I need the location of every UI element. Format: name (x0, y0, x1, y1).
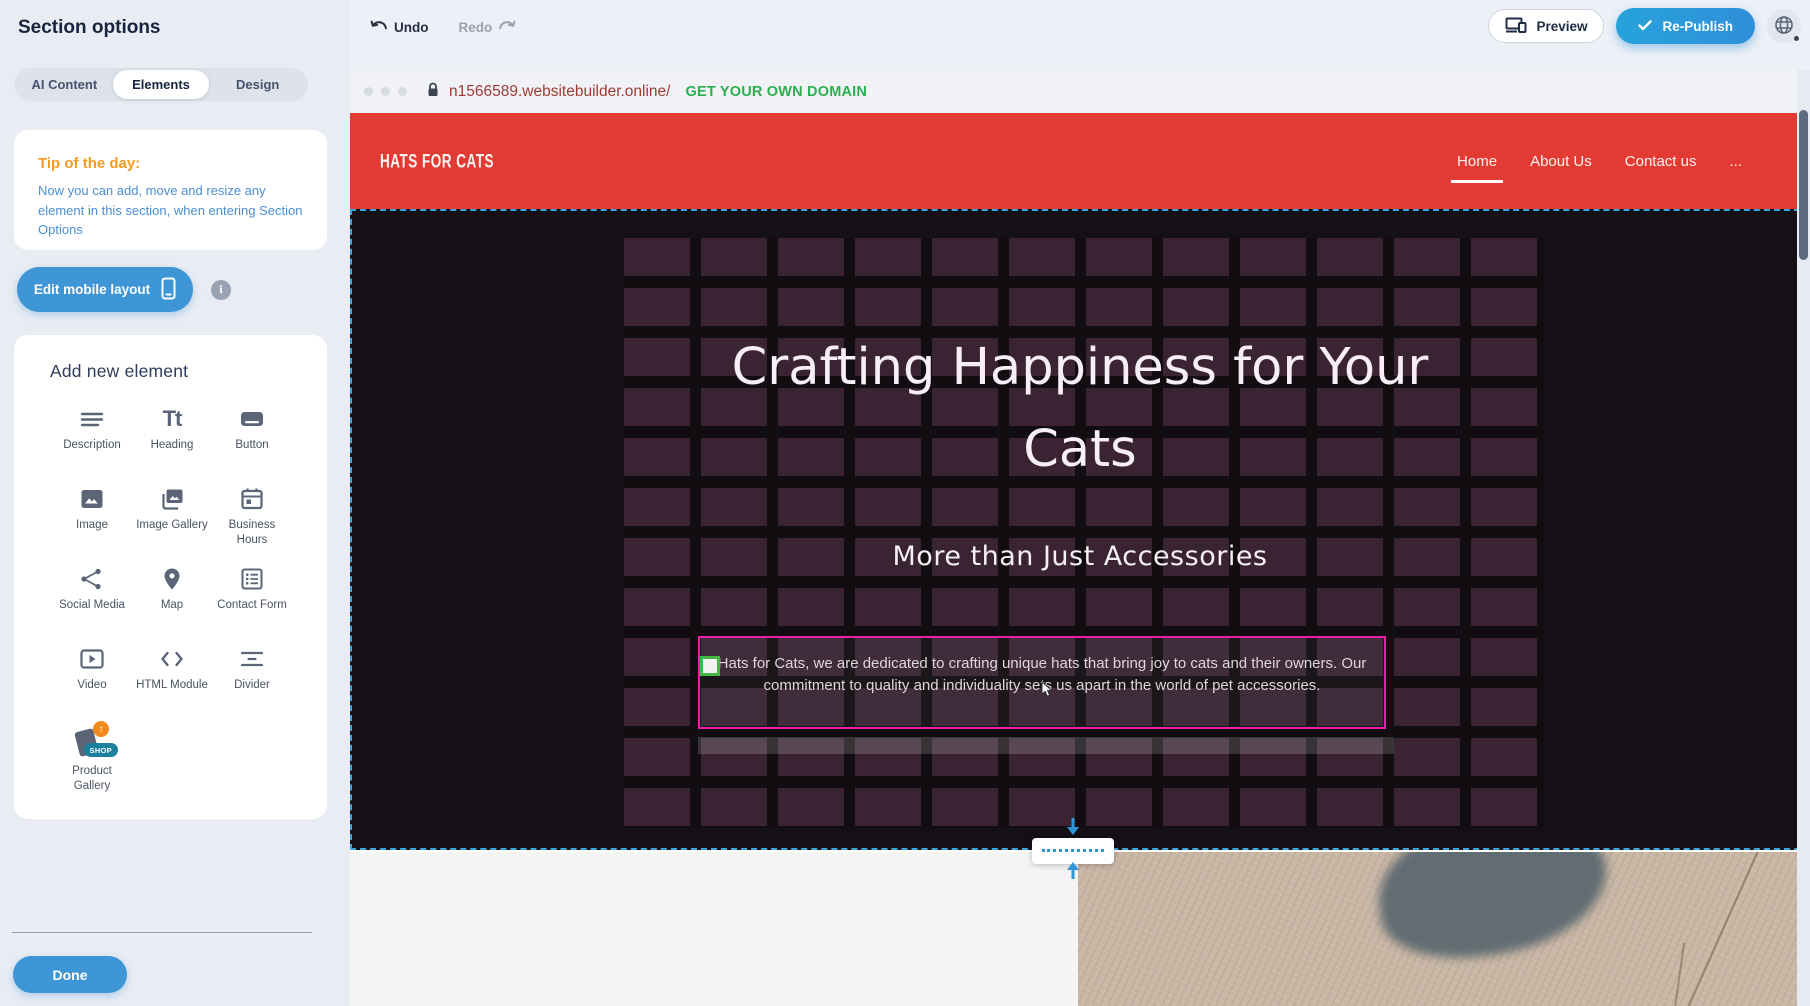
tip-body: Now you can add, move and resize any ele… (38, 181, 309, 240)
language-globe-button[interactable] (1767, 9, 1801, 43)
map-pin-icon (159, 564, 185, 594)
floor-line (1684, 852, 1763, 1006)
tab-ai-content[interactable]: AI Content (16, 70, 113, 99)
element-social-media[interactable]: Social Media (52, 564, 132, 644)
button-icon (239, 404, 265, 434)
hero-heading[interactable]: Crafting Happiness for Your Cats (352, 327, 1808, 491)
element-map[interactable]: Map (132, 564, 212, 644)
element-hover-highlight (698, 737, 1394, 754)
business-hours-icon (239, 484, 265, 514)
sidebar-divider (12, 932, 312, 933)
edit-mobile-layout-label: Edit mobile layout (34, 282, 150, 297)
image-gallery-icon (159, 484, 185, 514)
nav-contact-us[interactable]: Contact us (1625, 153, 1697, 170)
site-logo[interactable]: HATS FOR CATS (380, 150, 494, 172)
scrollbar-track[interactable] (1797, 70, 1810, 1006)
next-section-floor-image (1078, 852, 1810, 1006)
scrollbar-thumb[interactable] (1799, 110, 1808, 260)
done-button[interactable]: Done (13, 956, 127, 993)
edit-mobile-layout-button[interactable]: Edit mobile layout (17, 267, 193, 312)
element-button[interactable]: Button (212, 404, 292, 484)
panel-title: Section options (18, 17, 161, 39)
resize-arrow-down-icon (1066, 818, 1080, 841)
element-html-module[interactable]: HTML Module (132, 644, 212, 724)
site-url: n1566589.websitebuilder.online/ (449, 83, 670, 101)
add-new-element-panel: Add new element Description Tt Heading B… (14, 335, 327, 819)
devices-icon (1505, 17, 1527, 36)
info-icon[interactable]: i (211, 280, 231, 300)
notification-dot (1794, 36, 1799, 41)
cat-shadow (1370, 852, 1616, 969)
shop-badge: SHOP (84, 743, 118, 757)
element-contact-form[interactable]: Contact Form (212, 564, 292, 644)
tip-card: Tip of the day: Now you can add, move an… (14, 130, 327, 250)
element-product-gallery[interactable]: ↑ SHOP Product Gallery (52, 724, 132, 804)
nav-more[interactable]: ... (1729, 153, 1742, 170)
mouse-cursor (1041, 681, 1054, 703)
floor-line (1661, 943, 1685, 1006)
heading-icon: Tt (163, 404, 182, 434)
hero-section-selected[interactable]: Crafting Happiness for Your Cats More th… (350, 209, 1810, 850)
element-divider[interactable]: Divider (212, 644, 292, 724)
undo-label: Undo (394, 20, 429, 35)
site-header: HATS FOR CATS Home About Us Contact us .… (350, 113, 1810, 209)
section-resize-handle[interactable] (1032, 838, 1114, 864)
element-video[interactable]: Video (52, 644, 132, 724)
upload-arrow-badge: ↑ (93, 721, 109, 737)
lock-icon (427, 82, 439, 102)
preview-label: Preview (1536, 19, 1587, 34)
undo-button[interactable]: Undo (370, 19, 429, 36)
resize-dotted-line (1042, 849, 1104, 852)
element-business-hours[interactable]: Business Hours (212, 484, 292, 564)
redo-label: Redo (459, 20, 493, 35)
element-image-gallery[interactable]: Image Gallery (132, 484, 212, 564)
site-nav: Home About Us Contact us ... (1457, 113, 1742, 209)
description-icon (79, 404, 105, 434)
element-grid: Description Tt Heading Button Image Imag… (52, 404, 292, 804)
element-description[interactable]: Description (52, 404, 132, 484)
window-dots (364, 87, 407, 96)
next-section[interactable] (350, 850, 1810, 1006)
redo-button[interactable]: Redo (459, 19, 517, 36)
topbar: Undo Redo Preview Re-Publish (350, 0, 1810, 70)
contact-form-icon (239, 564, 265, 594)
element-heading[interactable]: Tt Heading (132, 404, 212, 484)
divider-icon (239, 644, 265, 674)
republish-button[interactable]: Re-Publish (1616, 8, 1755, 44)
panel-tabs: AI Content Elements Design (14, 68, 308, 101)
nav-home[interactable]: Home (1457, 153, 1497, 170)
redo-icon (499, 19, 516, 36)
mobile-layout-row: Edit mobile layout i (17, 267, 231, 312)
preview-button[interactable]: Preview (1488, 9, 1604, 43)
globe-icon (1774, 15, 1794, 38)
add-new-element-title: Add new element (14, 361, 327, 382)
hero-subheading[interactable]: More than Just Accessories (352, 541, 1808, 572)
product-gallery-icon: ↑ SHOP (74, 724, 110, 760)
resize-arrow-up-icon (1066, 861, 1080, 884)
nav-about-us[interactable]: About Us (1530, 153, 1592, 170)
element-drag-handle[interactable] (700, 656, 720, 676)
phone-icon (161, 277, 176, 303)
element-image[interactable]: Image (52, 484, 132, 564)
get-your-own-domain-link[interactable]: GET YOUR OWN DOMAIN (685, 84, 867, 100)
republish-label: Re-Publish (1662, 19, 1733, 34)
tab-elements[interactable]: Elements (113, 70, 210, 99)
site-preview-stage: n1566589.websitebuilder.online/ GET YOUR… (350, 70, 1810, 1006)
section-options-panel: Section options AI Content Elements Desi… (0, 0, 350, 1006)
html-code-icon (159, 644, 185, 674)
undo-icon (370, 19, 387, 36)
social-media-icon (79, 564, 105, 594)
check-icon (1638, 19, 1652, 34)
image-icon (79, 484, 105, 514)
browser-bar: n1566589.websitebuilder.online/ GET YOUR… (350, 70, 1810, 113)
tab-design[interactable]: Design (209, 70, 306, 99)
next-section-white-column (350, 852, 1078, 1006)
video-icon (79, 644, 105, 674)
tip-title: Tip of the day: (38, 155, 309, 172)
